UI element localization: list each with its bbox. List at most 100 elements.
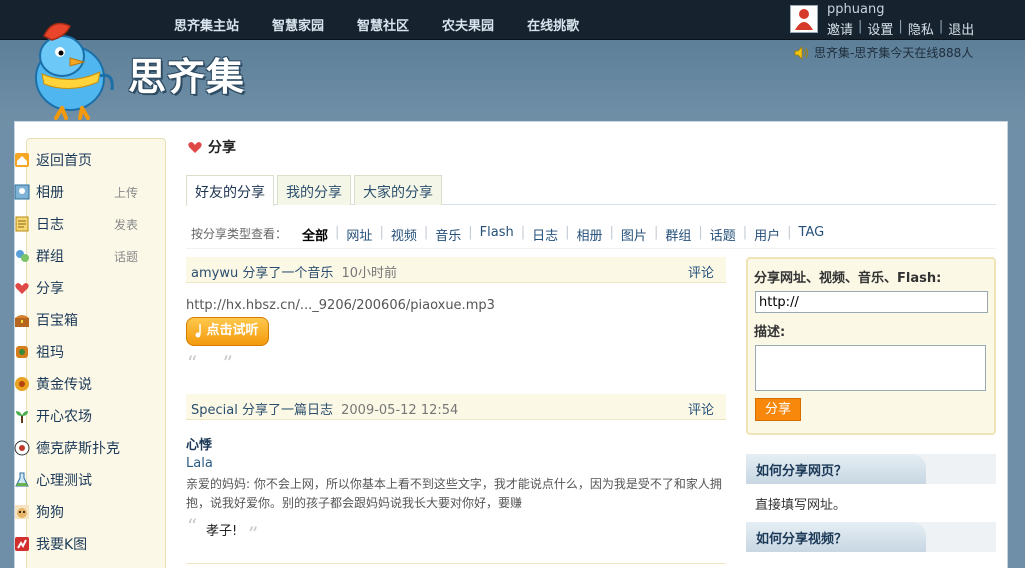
listen-button[interactable]: 点击试听 xyxy=(186,317,269,346)
page-title-text: 分享 xyxy=(208,140,236,156)
separator: | xyxy=(898,19,903,34)
help-section-header: 如何分享视频？ xyxy=(746,522,996,552)
feed-item-header: Special 分享了一篇日志 2009-05-12 12:54 评论 xyxy=(186,394,726,420)
help-title: 如何分享网页？ xyxy=(746,454,926,484)
sidebar-item-blog[interactable]: 日志 发表 xyxy=(14,213,139,235)
group-icon xyxy=(16,250,29,262)
sidebar-item-home[interactable]: 返回首页 xyxy=(14,149,139,171)
separator: | xyxy=(858,19,863,34)
share-url-label: 分享网址、视频、音乐、Flash: xyxy=(754,271,942,286)
feed-action-text: 分享了一个音乐 xyxy=(242,266,334,281)
tab-friends-shares[interactable]: 好友的分享 xyxy=(186,175,274,206)
sidebar-item-label: 相册 xyxy=(36,185,64,201)
blog-excerpt: 亲爱的妈妈: 你不会上网，所以你基本上看不到这些文字，我才能说点什么，因为我是受… xyxy=(186,477,722,510)
separator: | xyxy=(787,225,792,240)
user-links: 邀请 | 设置 | 隐私 | 退出 xyxy=(827,19,974,38)
online-notice-text: 思齐集-思齐集今天在线888人 xyxy=(814,46,974,60)
shared-music-url[interactable]: http://hx.hbsz.cn/..._9206/200606/piaoxu… xyxy=(186,298,495,313)
separator: | xyxy=(565,225,570,240)
filter-tag[interactable]: TAG xyxy=(799,225,825,248)
poker-icon xyxy=(14,440,30,456)
share-desc-label: 描述: xyxy=(754,325,786,340)
sidebar-item-label: 分享 xyxy=(36,281,64,297)
site-logo-text[interactable]: 思齐集 xyxy=(128,46,245,101)
comment-link[interactable]: 评论 xyxy=(688,262,714,281)
invite-link[interactable]: 邀请 xyxy=(827,19,853,38)
gold-legend-icon xyxy=(15,377,29,391)
filter-album[interactable]: 相册 xyxy=(577,225,603,248)
share-url-input[interactable] xyxy=(755,291,988,313)
separator: | xyxy=(938,19,944,34)
topnav-smart-home[interactable]: 智慧家园 xyxy=(272,15,324,34)
sidebar-item-share[interactable]: 分享 xyxy=(14,277,139,299)
listen-button-label: 点击试听 xyxy=(206,323,259,338)
privacy-link[interactable]: 隐私 xyxy=(908,19,934,38)
filter-video[interactable]: 视频 xyxy=(391,225,417,248)
blog-title-link[interactable]: 心悸 xyxy=(186,434,212,453)
feed-time: 2009-05-12 12:54 xyxy=(341,403,459,418)
logout-link[interactable]: 退出 xyxy=(948,19,974,38)
separator: | xyxy=(609,225,614,240)
type-filter-bar: 按分享类型查看： 全部 | 网址 | 视频 | 音乐 | Flash | 日志 | 相册 | … xyxy=(186,225,996,249)
settings-link[interactable]: 设置 xyxy=(867,19,893,38)
feed-actor-link[interactable]: amywu xyxy=(191,266,238,281)
sidebar-item-label: 狗狗 xyxy=(36,505,64,521)
treasure-box-icon xyxy=(15,315,29,327)
user-avatar-icon xyxy=(791,6,817,32)
topnav-farm-orchard[interactable]: 农夫果园 xyxy=(442,15,494,34)
sidebar-item-group[interactable]: 群组 话题 xyxy=(14,245,139,267)
sidebar-item-label: 返回首页 xyxy=(36,153,92,169)
quote-marks: “ ” xyxy=(187,351,233,375)
tab-everyone-shares[interactable]: 大家的分享 xyxy=(354,175,442,205)
share-comment: 孝子! xyxy=(206,524,238,539)
share-icon xyxy=(15,283,29,294)
mascot-logo-icon[interactable] xyxy=(22,16,118,120)
filter-group[interactable]: 群组 xyxy=(665,225,691,248)
sidebar-item-album[interactable]: 相册 上传 xyxy=(14,181,139,203)
share-desc-textarea[interactable] xyxy=(755,345,986,391)
filter-blog[interactable]: 日志 xyxy=(532,225,558,248)
divider xyxy=(186,563,726,564)
sidebar-item-label: 心理测试 xyxy=(36,473,92,489)
sidebar-item-zuma[interactable]: 祖玛 xyxy=(14,341,139,363)
sidebar-item-farm[interactable]: 开心农场 xyxy=(14,405,139,427)
comment-link[interactable]: 评论 xyxy=(688,399,714,418)
topics-link[interactable]: 话题 xyxy=(114,248,138,265)
blog-author-link[interactable]: Lala xyxy=(186,456,213,471)
sidebar-item-k-chart[interactable]: 我要K图 xyxy=(14,533,139,555)
share-submit-button[interactable]: 分享 xyxy=(755,398,801,421)
topnav-online-songs[interactable]: 在线挑歌 xyxy=(527,15,579,34)
sidebar-item-label: 开心农场 xyxy=(36,409,92,425)
speaker-icon xyxy=(794,45,808,60)
feed-actor-link[interactable]: Special xyxy=(191,403,238,418)
upload-link[interactable]: 上传 xyxy=(114,184,138,201)
sidebar-item-psych-test[interactable]: 心理测试 xyxy=(14,469,139,491)
quote-close-mark: ” xyxy=(248,522,259,546)
topnav-smart-community[interactable]: 智慧社区 xyxy=(357,15,409,34)
filter-flash[interactable]: Flash xyxy=(480,225,514,248)
sidebar-item-poker[interactable]: 德克萨斯扑克 xyxy=(14,437,139,459)
topnav-main-site[interactable]: 思齐集主站 xyxy=(174,15,239,34)
separator: | xyxy=(423,225,429,240)
filter-topic[interactable]: 话题 xyxy=(710,225,736,248)
separator: | xyxy=(698,225,703,240)
filter-user[interactable]: 用户 xyxy=(754,225,780,248)
user-name[interactable]: pphuang xyxy=(827,2,884,17)
filter-all[interactable]: 全部 xyxy=(302,225,328,248)
filter-url[interactable]: 网址 xyxy=(346,225,372,248)
filter-picture[interactable]: 图片 xyxy=(621,225,647,248)
help-text: 直接填写网址。 xyxy=(755,498,847,513)
post-blog-link[interactable]: 发表 xyxy=(114,216,138,233)
user-avatar[interactable] xyxy=(790,5,818,33)
sidebar-item-label: 我要K图 xyxy=(36,537,88,553)
dog-icon xyxy=(15,505,29,519)
tab-my-shares[interactable]: 我的分享 xyxy=(277,175,351,205)
sidebar-item-treasure-box[interactable]: 百宝箱 xyxy=(14,309,139,331)
sidebar-item-dog[interactable]: 狗狗 xyxy=(14,501,139,523)
album-icon xyxy=(14,184,30,200)
sidebar-item-label: 黄金传说 xyxy=(36,377,92,393)
sidebar-item-gold-legend[interactable]: 黄金传说 xyxy=(14,373,139,395)
sidebar-item-label: 祖玛 xyxy=(36,345,64,361)
filter-music[interactable]: 音乐 xyxy=(435,225,461,248)
music-note-icon xyxy=(195,324,201,338)
